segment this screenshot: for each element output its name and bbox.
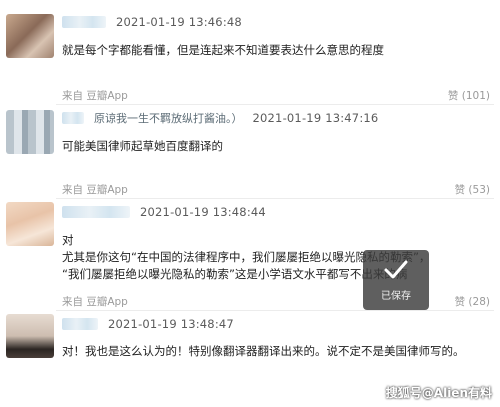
comment-timestamp: 2021-01-19 13:47:16 <box>252 111 379 125</box>
username-blurred[interactable] <box>62 318 98 330</box>
divider <box>56 198 494 199</box>
comment-timestamp: 2021-01-19 13:46:48 <box>116 15 242 29</box>
comment-text: 可能美国律师起草她百度翻译的 <box>62 138 223 155</box>
like-button[interactable]: 赞 (53) <box>455 182 490 197</box>
comment-source: 来自 豆瓣App <box>62 90 128 102</box>
comment-text: 对！我也是这么认为的！特别像翻译器翻译出来的。说不定不是美国律师写的。 <box>62 343 465 360</box>
like-button[interactable]: 赞 (101) <box>448 88 490 103</box>
comment-source: 来自 豆瓣App <box>62 296 128 308</box>
avatar[interactable] <box>6 202 54 246</box>
avatar[interactable] <box>6 314 54 358</box>
comment-timestamp: 2021-01-19 13:48:47 <box>108 317 234 331</box>
avatar[interactable] <box>6 14 54 58</box>
toast-label: 已保存 <box>381 290 411 302</box>
divider <box>56 104 494 105</box>
comment-line: 可能美国律师起草她百度翻译的 <box>62 139 223 153</box>
username-blurred[interactable] <box>62 112 84 124</box>
check-icon <box>384 260 408 278</box>
saved-toast: 已保存 <box>363 250 429 310</box>
username-blurred[interactable] <box>62 206 130 218</box>
comment-nickname[interactable]: 原谅我一生不羁放纵打酱油。） <box>94 110 243 126</box>
comment-source: 来自 豆瓣App <box>62 184 128 196</box>
comment-line: 对 <box>62 233 74 247</box>
like-button[interactable]: 赞 (28) <box>455 294 490 309</box>
avatar[interactable] <box>6 110 54 154</box>
comment-text: 就是每个字都能看懂，但是连起来不知道要表达什么意思的程度 <box>62 42 384 59</box>
username-blurred[interactable] <box>62 16 106 28</box>
watermark: 搜狐号@Alien有料 <box>385 386 492 400</box>
comment-line: 对！我也是这么认为的！特别像翻译器翻译出来的。说不定不是美国律师写的。 <box>62 344 465 358</box>
comment-line: 就是每个字都能看懂，但是连起来不知道要表达什么意思的程度 <box>62 43 384 57</box>
divider <box>56 310 494 311</box>
comment-timestamp: 2021-01-19 13:48:44 <box>140 205 266 219</box>
